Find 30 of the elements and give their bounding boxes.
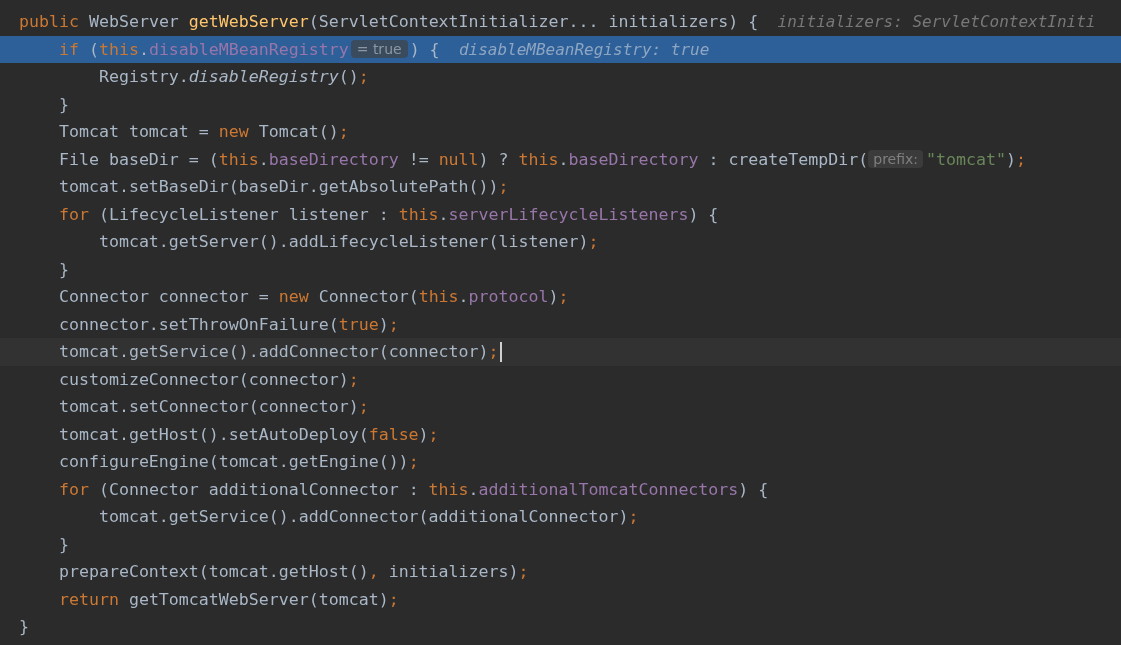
inline-value-hint: = true bbox=[350, 40, 408, 59]
code-text: prepareContext(tomcat.getHost(), initializers); bbox=[58, 562, 529, 582]
code-text: } bbox=[58, 94, 69, 114]
code-text: } bbox=[58, 259, 69, 279]
code-text: for (LifecycleListener listener : this.serverLifecycleListeners) { bbox=[58, 204, 719, 224]
code-text: return getTomcatWebServer(tomcat); bbox=[58, 589, 399, 609]
code-text: ) { bbox=[409, 39, 440, 59]
text-cursor bbox=[499, 341, 502, 362]
code-text: public WebServer getWebServer(ServletContextInitializer... initializers) { bbox=[19, 12, 759, 32]
code-text: if (this.disableMBeanRegistry bbox=[58, 39, 349, 59]
code-text: tomcat.setBaseDir(baseDir.getAbsolutePath()); bbox=[58, 177, 509, 197]
code-text: configureEngine(tomcat.getEngine()); bbox=[58, 452, 419, 472]
code-text: Connector connector = new Connector(this.protocol); bbox=[58, 287, 569, 307]
code-text: } bbox=[19, 617, 29, 637]
parameter-hint: prefix: bbox=[868, 150, 924, 169]
code-text: connector.setThrowOnFailure(true); bbox=[58, 314, 399, 334]
code-text: for (Connector additionalConnector : this.additionalTomcatConnectors) { bbox=[58, 479, 769, 499]
code-text: Registry.disableRegistry(); bbox=[98, 67, 369, 87]
code-text: } bbox=[58, 534, 69, 554]
code-text: tomcat.getService().addConnector(additionalConnector); bbox=[98, 507, 639, 527]
code-text: tomcat.setConnector(connector); bbox=[58, 397, 369, 417]
debug-value: disableMBeanRegistry: true bbox=[458, 39, 710, 59]
code-text: customizeConnector(connector); bbox=[58, 369, 359, 389]
code-text: File baseDir = (this.baseDirectory != null) ? this.baseDirectory : createTempDir( bbox=[58, 149, 869, 169]
code-text: tomcat.getServer().addLifecycleListener(listener); bbox=[98, 232, 599, 252]
debug-value: initializers: ServletContextIniti bbox=[777, 12, 1096, 32]
code-text: tomcat.getHost().setAutoDeploy(false); bbox=[58, 424, 439, 444]
code-text: tomcat.getService().addConnector(connector); bbox=[58, 342, 499, 362]
code-text: "tomcat"); bbox=[926, 149, 1026, 169]
code-text: Tomcat tomcat = new Tomcat(); bbox=[58, 122, 349, 142]
